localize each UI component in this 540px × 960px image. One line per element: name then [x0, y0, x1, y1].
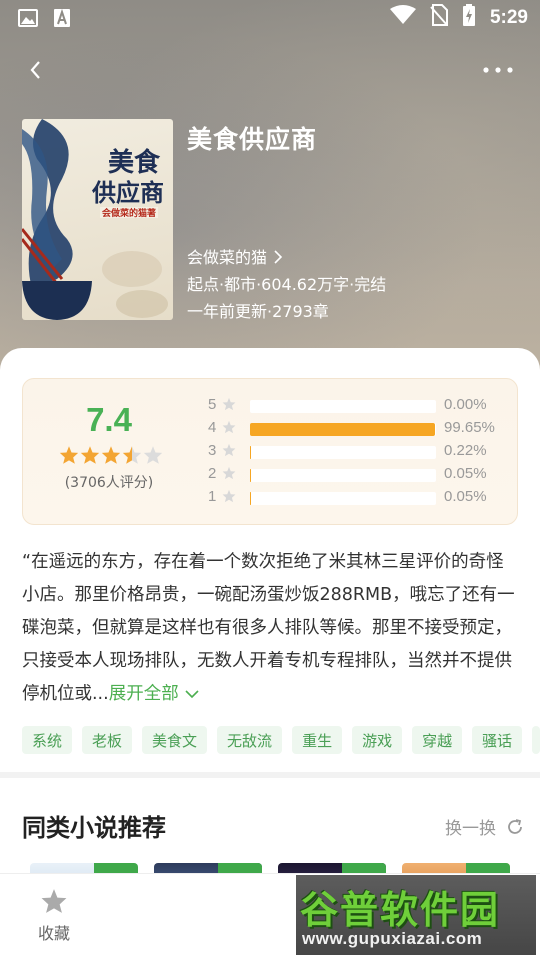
more-dots-icon [483, 67, 513, 73]
watermark-name: 谷普软件园 [300, 888, 501, 932]
book-cover-art: 美食 供应商 会做菜的猫著 [22, 119, 168, 320]
detail-panel: 7.4 (3706人评分) 5 0.00% 4 99.65% 3 0.22% 2 0.05% 1… [0, 348, 540, 960]
refresh-button[interactable]: 换一换 [445, 814, 524, 839]
small-star-icon [222, 420, 236, 434]
recommend-title: 同类小说推荐 [22, 814, 166, 842]
book-cover[interactable]: 美食 供应商 会做菜的猫著 [22, 119, 173, 320]
rating-bar-track [250, 446, 436, 459]
rating-stars [59, 445, 163, 465]
status-bar: 5:29 [0, 0, 540, 36]
rating-bar-row: 2 0.05% [208, 465, 508, 488]
rating-bar-row: 5 0.00% [208, 396, 508, 419]
more-options-button[interactable] [480, 56, 516, 84]
rating-star-icon [143, 446, 163, 464]
watermark: 谷普软件园 www.gupuxiazai.com [296, 875, 536, 955]
small-star-icon [222, 489, 236, 503]
rating-star-icon [80, 446, 100, 464]
cover-author: 会做菜的猫著 [102, 207, 156, 219]
rating-percent: 0.22% [444, 442, 487, 459]
rating-star-icon [101, 446, 121, 464]
clock: 5:29 [489, 6, 528, 28]
book-update: 一年前更新·2793章 [187, 302, 329, 321]
no-sim-icon [430, 4, 448, 31]
gallery-icon [18, 8, 38, 32]
tag-chip[interactable]: 老板 [82, 726, 133, 754]
back-button[interactable] [22, 54, 54, 86]
tag-chip[interactable]: 系统 [22, 726, 73, 754]
tag-chip[interactable]: 无敌流 [217, 726, 283, 754]
cover-title-line1: 美食 [108, 147, 161, 178]
tag-chip[interactable]: 美食文 [142, 726, 208, 754]
cover-title-line2: 供应商 [91, 178, 164, 207]
rating-bar-row: 4 99.65% [208, 419, 508, 442]
rating-level: 4 [208, 419, 217, 436]
rating-level: 3 [208, 442, 217, 459]
book-info: 美食供应商 会做菜的猫 起点·都市·604.62万字·完结 一年前更新·2793… [187, 120, 386, 321]
favorite-button[interactable]: 收藏 [30, 888, 78, 944]
author-link[interactable]: 会做菜的猫 [187, 244, 284, 268]
rating-bar-track [250, 423, 436, 436]
watermark-url: www.gupuxiazai.com [302, 929, 483, 948]
tag-chip[interactable]: 骚话 [472, 726, 523, 754]
rating-distribution: 5 0.00% 4 99.65% 3 0.22% 2 0.05% 1 0.05% [208, 396, 508, 511]
rating-bar-track [250, 469, 436, 482]
tag-chip-overflow[interactable] [532, 726, 540, 754]
rating-level: 5 [208, 396, 217, 413]
book-description[interactable]: “在遥远的东方，存在着一个数次拒绝了米其林三星评价的奇怪小店。那里价格昂贵，一碗… [22, 546, 520, 711]
tag-chip[interactable]: 游戏 [352, 726, 403, 754]
expand-all-label: 展开全部 [108, 684, 179, 704]
tag-list: 系统 老板 美食文 无敌流 重生 游戏 穿越 骚话 [22, 726, 540, 754]
rating-percent: 0.00% [444, 396, 487, 413]
author-name: 会做菜的猫 [187, 248, 268, 267]
rating-bar-fill [250, 423, 436, 436]
rating-level: 1 [208, 488, 217, 505]
refresh-icon [508, 818, 522, 834]
small-star-icon [222, 443, 236, 457]
rating-bar-track [250, 400, 436, 413]
rating-count: (3706人评分) [64, 475, 154, 491]
book-meta: 起点·都市·604.62万字·完结 [187, 275, 387, 294]
rating-percent: 0.05% [444, 465, 487, 482]
rating-star-icon [59, 446, 79, 464]
refresh-label: 换一换 [445, 819, 496, 839]
rating-level: 2 [208, 465, 217, 482]
rating-bar-row: 3 0.22% [208, 442, 508, 465]
rating-percent: 99.65% [444, 419, 495, 436]
star-icon [41, 889, 67, 913]
chevron-down-icon [185, 690, 199, 699]
description-text: “在遥远的东方，存在着一个数次拒绝了米其林三星评价的奇怪小店。那里价格昂贵，一碗… [22, 552, 515, 704]
rating-percent: 0.05% [444, 488, 487, 505]
wifi-icon [389, 5, 416, 30]
battery-charging-icon [462, 4, 476, 31]
top-bar [0, 48, 540, 92]
favorite-label: 收藏 [37, 924, 70, 943]
font-app-icon [54, 8, 70, 32]
rating-bar-row: 1 0.05% [208, 488, 508, 511]
tag-chip[interactable]: 穿越 [412, 726, 463, 754]
book-title: 美食供应商 [187, 125, 318, 154]
expand-all-link[interactable]: 展开全部 [109, 684, 201, 704]
small-star-icon [222, 466, 236, 480]
tag-chip[interactable]: 重生 [292, 726, 343, 754]
rating-star-icon [122, 446, 142, 464]
chevron-left-icon [30, 61, 40, 79]
rating-bar-track [250, 492, 436, 505]
chevron-right-icon [274, 250, 283, 264]
rating-score: 7.4 [86, 401, 132, 438]
section-divider [0, 772, 540, 778]
small-star-icon [222, 397, 236, 411]
rating-card[interactable]: 7.4 (3706人评分) 5 0.00% 4 99.65% 3 0.22% 2 0.05% 1… [22, 378, 518, 525]
